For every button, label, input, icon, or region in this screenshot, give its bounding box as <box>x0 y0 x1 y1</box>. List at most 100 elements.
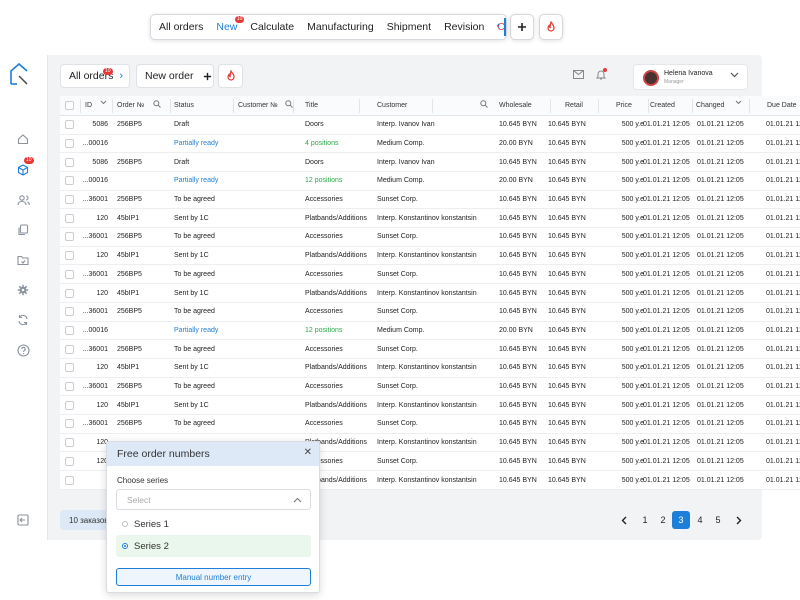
column-header[interactable]: ID <box>85 96 115 115</box>
cell-due-date: 01.01.21 12:05 <box>766 214 800 222</box>
search-icon[interactable] <box>480 100 488 108</box>
select-all-checkbox[interactable] <box>65 96 74 115</box>
table-row[interactable]: ...36001 256BP5 To be agreed Accessories Sun… <box>60 191 800 210</box>
tab-revision[interactable]: Revision <box>444 21 484 33</box>
row-checkbox[interactable] <box>65 247 74 265</box>
tab-shipment[interactable]: Shipment <box>387 21 431 33</box>
column-header[interactable]: Price <box>616 96 636 115</box>
page-2-button[interactable]: 2 <box>654 511 672 529</box>
table-row[interactable]: 120 45bIP1 Sent by 1C Platbands/Additions In… <box>60 210 800 229</box>
cell-retail: 10.645 BYN <box>548 233 586 241</box>
column-header[interactable]: Order № <box>117 96 157 115</box>
column-header[interactable]: Status <box>174 96 229 115</box>
table-row[interactable]: 120 45bIP1 Sent by 1C Platbands/Additions In… <box>60 359 800 378</box>
column-header[interactable]: Created <box>650 96 690 115</box>
row-checkbox[interactable] <box>65 210 74 228</box>
chevron-left-icon[interactable]: ‹ <box>496 20 500 32</box>
table-row[interactable]: ...00016 Partially ready 12 positions Mediu… <box>60 172 800 191</box>
hot-filter-button[interactable] <box>218 64 243 88</box>
gear-icon[interactable] <box>15 282 31 298</box>
chevron-down-icon[interactable] <box>100 100 107 105</box>
copy-icon[interactable] <box>15 222 31 238</box>
help-icon[interactable] <box>15 342 31 358</box>
search-icon[interactable] <box>285 100 293 108</box>
chevron-down-icon[interactable] <box>735 100 742 105</box>
users-icon[interactable] <box>15 192 31 208</box>
series-option-2[interactable]: Series 2 <box>116 535 311 557</box>
tab-manufacturing[interactable]: Manufacturing <box>307 21 374 33</box>
tab-new[interactable]: New 10 <box>216 16 245 33</box>
table-row[interactable]: 120 45bIP1 Sent by 1C Platbands/Additions In… <box>60 284 800 303</box>
column-header[interactable]: Retail <box>565 96 590 115</box>
table-row[interactable]: ...36001 256BP5 To be agreed Accessories Sun… <box>60 266 800 285</box>
user-menu[interactable]: Helena Ivanova Manager <box>633 64 748 90</box>
user-name: Helena Ivanova <box>664 70 713 77</box>
table-row[interactable]: 120 45bIP1 Sent by 1C Platbands/Additions In… <box>60 397 800 416</box>
series-option-1[interactable]: Series 1 <box>116 513 311 535</box>
cell-price: 500 у.е <box>621 177 644 185</box>
box-icon[interactable] <box>15 162 31 178</box>
row-checkbox[interactable] <box>65 191 74 209</box>
column-header[interactable]: Changed <box>696 96 736 115</box>
table-row[interactable]: 120 45bIP1 Sent by 1C Platbands/Additions In… <box>60 247 800 266</box>
row-checkbox[interactable] <box>65 471 74 489</box>
table-row[interactable]: 5086 256BP5 Draft Doors Interp. Ivanov Ivan 1… <box>60 153 800 172</box>
page-4-button[interactable]: 4 <box>691 511 709 529</box>
row-checkbox[interactable] <box>65 378 74 396</box>
prev-page-button[interactable] <box>615 511 633 529</box>
search-icon[interactable] <box>153 100 161 108</box>
column-header[interactable]: Wholesale <box>499 96 544 115</box>
page-1-button[interactable]: 1 <box>636 511 654 529</box>
column-header[interactable]: Title <box>305 96 365 115</box>
row-checkbox[interactable] <box>65 434 74 452</box>
page-5-button[interactable]: 5 <box>709 511 727 529</box>
table-row[interactable]: ...36001 256BP5 To be agreed Accessories Sun… <box>60 340 800 359</box>
folder-icon[interactable] <box>15 252 31 268</box>
table-row[interactable]: ...36001 256BP5 To be agreed Accessories Sun… <box>60 303 800 322</box>
column-header[interactable]: Due Date <box>767 96 800 115</box>
logout-icon[interactable] <box>15 512 31 528</box>
row-checkbox[interactable] <box>65 266 74 284</box>
row-checkbox[interactable] <box>65 116 74 134</box>
row-checkbox[interactable] <box>65 453 74 471</box>
page-3-button[interactable]: 3 <box>672 511 690 529</box>
table-row[interactable]: ...36001 256BP5 To be agreed Accessories Sun… <box>60 378 800 397</box>
new-order-button[interactable]: New order <box>136 64 214 88</box>
table-row[interactable]: ...36001 256BP5 To be agreed Accessories Sun… <box>60 415 800 434</box>
row-checkbox[interactable] <box>65 415 74 433</box>
row-checkbox[interactable] <box>65 397 74 415</box>
series-select[interactable]: Select <box>116 489 311 510</box>
row-checkbox[interactable] <box>65 228 74 246</box>
table-row[interactable]: 5086 256BP5 Draft Doors Interp. Ivanov Ivan 1… <box>60 116 800 135</box>
tab-calculate[interactable]: Calculate <box>250 21 294 33</box>
row-checkbox[interactable] <box>65 153 74 171</box>
home-icon[interactable] <box>15 131 31 147</box>
column-header[interactable]: Customer <box>377 96 477 115</box>
next-page-button[interactable] <box>730 511 748 529</box>
add-tab-button[interactable] <box>510 14 534 40</box>
row-checkbox[interactable] <box>65 303 74 321</box>
mail-icon[interactable] <box>573 70 584 79</box>
table-row[interactable]: ...00016 Partially ready 12 positions Mediu… <box>60 322 800 341</box>
row-checkbox[interactable] <box>65 284 74 302</box>
row-checkbox[interactable] <box>65 359 74 377</box>
all-orders-button[interactable]: All orders 10 › <box>60 64 130 88</box>
sync-icon[interactable] <box>15 312 31 328</box>
column-header[interactable]: Customer № <box>238 96 288 115</box>
cell-title: Platbands/Additions <box>305 364 367 372</box>
table-row[interactable]: ...36001 256BP5 To be agreed Accessories Sun… <box>60 228 800 247</box>
row-checkbox[interactable] <box>65 172 74 190</box>
cell-retail: 10.645 BYN <box>548 177 586 185</box>
row-checkbox[interactable] <box>65 322 74 340</box>
tab-all-orders[interactable]: All orders <box>159 21 203 33</box>
hot-orders-button[interactable] <box>539 14 563 40</box>
row-checkbox[interactable] <box>65 340 74 358</box>
notifications-button[interactable] <box>595 68 607 83</box>
cell-price: 500 у.е <box>621 214 644 222</box>
home-logo[interactable] <box>9 62 29 86</box>
cell-due-date: 01.01.21 12:05 <box>766 383 800 391</box>
manual-number-entry-button[interactable]: Manual number entry <box>116 568 311 586</box>
close-icon[interactable]: ✕ <box>304 447 312 458</box>
table-row[interactable]: ...00016 Partially ready 4 positions Medium… <box>60 135 800 154</box>
row-checkbox[interactable] <box>65 135 74 153</box>
